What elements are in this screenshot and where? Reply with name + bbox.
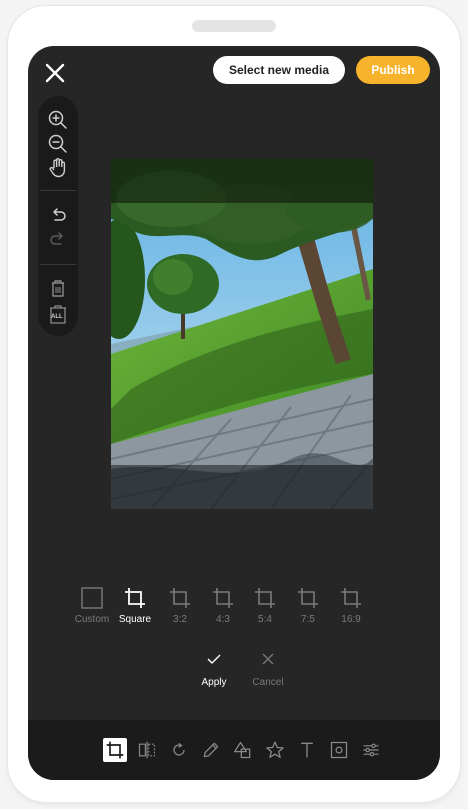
shapes-icon [234, 741, 251, 759]
crop-icon [170, 588, 190, 608]
zoom-in-icon[interactable] [46, 108, 70, 132]
photo-canvas[interactable] [111, 159, 373, 509]
phone-speaker [192, 20, 276, 32]
pencil-icon [203, 742, 219, 758]
text-icon [301, 742, 313, 758]
ratio-label: 3:2 [173, 614, 187, 625]
park-photo [111, 159, 373, 509]
undo-icon[interactable] [46, 204, 70, 228]
select-new-media-button[interactable]: Select new media [213, 56, 345, 84]
ratio-custom[interactable]: Custom [72, 586, 112, 625]
tool-rotate[interactable] [167, 738, 191, 762]
crop-icon [255, 588, 275, 608]
custom-square-icon [81, 587, 103, 609]
cancel-button[interactable]: Cancel [248, 652, 288, 688]
ratio-label: 16:9 [341, 614, 361, 625]
ratio-label: 5:4 [258, 614, 272, 625]
x-icon [262, 653, 274, 665]
delete-icon[interactable] [46, 276, 70, 300]
tool-frame[interactable] [327, 738, 351, 762]
editor-screen: Select new media Publish ALL Custom Squa… [28, 46, 440, 780]
ratio-label: Square [118, 614, 152, 625]
toolbar-divider [40, 264, 76, 265]
crop-overlay-bottom [111, 465, 373, 509]
tool-sticker[interactable] [263, 738, 287, 762]
crop-icon [213, 588, 233, 608]
crop-icon [298, 588, 318, 608]
bottom-toolbar [28, 720, 440, 780]
ratio-5-4[interactable]: 5:4 [245, 586, 285, 625]
rotate-icon [173, 742, 185, 756]
tool-draw[interactable] [199, 738, 223, 762]
crop-overlay-top [111, 159, 373, 203]
hand-pan-icon[interactable] [46, 156, 70, 180]
cancel-label: Cancel [252, 677, 284, 688]
toolbar-divider [40, 190, 76, 191]
adjust-icon [363, 743, 379, 757]
crop-icon [106, 741, 124, 759]
delete-all-badge: ALL [51, 314, 63, 320]
ratio-16-9[interactable]: 16:9 [331, 586, 371, 625]
ratio-3-2[interactable]: 3:2 [160, 586, 200, 625]
ratio-square[interactable]: Square [115, 586, 155, 625]
ratio-7-5[interactable]: 7:5 [288, 586, 328, 625]
delete-all-icon[interactable]: ALL [46, 302, 70, 326]
check-icon [207, 654, 221, 664]
apply-label: Apply [201, 677, 227, 688]
tool-text[interactable] [295, 738, 319, 762]
tool-adjust[interactable] [359, 738, 383, 762]
phone-frame: Select new media Publish ALL Custom Squa… [8, 6, 460, 802]
close-icon[interactable] [42, 60, 68, 86]
tool-shapes[interactable] [231, 738, 255, 762]
publish-button[interactable]: Publish [356, 56, 430, 84]
crop-icon [125, 588, 145, 608]
ratio-label: 4:3 [216, 614, 230, 625]
tool-flip[interactable] [135, 738, 159, 762]
zoom-out-icon[interactable] [46, 132, 70, 156]
ratio-label: Custom [74, 614, 110, 625]
redo-icon[interactable] [46, 228, 70, 252]
star-icon [266, 741, 284, 758]
tool-crop[interactable] [103, 738, 127, 762]
crop-ratio-bar: Custom Square 3:2 4:3 5:4 7:5 16:9 [75, 586, 395, 634]
ratio-label: 7:5 [301, 614, 315, 625]
frame-icon [330, 741, 348, 759]
ratio-4-3[interactable]: 4:3 [203, 586, 243, 625]
apply-button[interactable]: Apply [194, 652, 234, 688]
flip-icon [138, 741, 156, 759]
crop-icon [341, 588, 361, 608]
left-toolbar: ALL [38, 96, 78, 336]
